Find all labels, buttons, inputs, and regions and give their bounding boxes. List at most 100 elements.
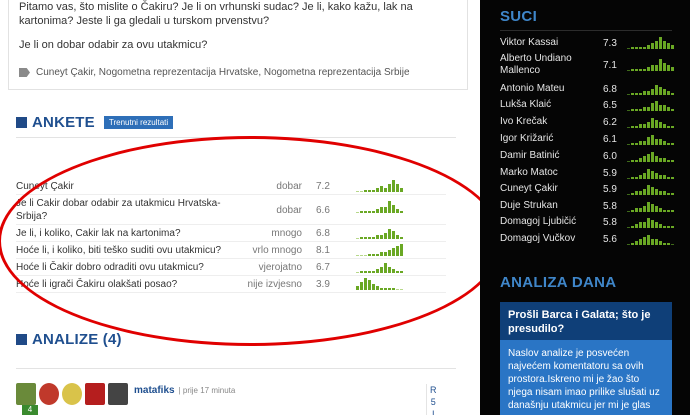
- referee-row[interactable]: Igor Križarić 6.1: [500, 133, 675, 145]
- referee-row[interactable]: Cuneyt Çakir 5.9: [500, 183, 675, 195]
- article-text-line2: kartonima? Jeste li ga gledali u turskom…: [19, 15, 270, 27]
- ankete-title: ANKETE: [32, 114, 95, 131]
- referee-row[interactable]: Antonio Mateu 6.8: [500, 83, 675, 95]
- avatar[interactable]: [16, 383, 36, 405]
- referee-name[interactable]: Damir Batinić: [500, 150, 603, 162]
- referee-histogram: [627, 216, 675, 228]
- comment-item: matafiks | prije 17 minuta: [16, 383, 235, 405]
- histogram-bar: [631, 109, 634, 111]
- histogram-bar: [631, 47, 634, 49]
- histogram-bar: [635, 160, 638, 162]
- ankete-header: ANKETE Trenutni rezultati: [16, 114, 174, 131]
- club-logo-icon: [39, 383, 59, 405]
- histogram-bar: [667, 210, 670, 212]
- referee-name[interactable]: Viktor Kassai: [500, 37, 603, 49]
- referee-row[interactable]: Marko Matoc 5.9: [500, 167, 675, 179]
- histogram-bar: [655, 120, 658, 128]
- histogram-bar: [627, 194, 630, 195]
- histogram-bar: [667, 160, 670, 162]
- referee-row[interactable]: Damir Batinić 6.0: [500, 150, 675, 162]
- histogram-bar: [647, 235, 650, 245]
- sidebar-divider: [500, 30, 672, 31]
- referee-name[interactable]: Duje Strukan: [500, 200, 603, 212]
- referee-row[interactable]: Domagoj Vučkov 5.6: [500, 233, 675, 245]
- user-avatar[interactable]: [108, 383, 128, 405]
- referee-row[interactable]: Viktor Kassai 7.3: [500, 37, 675, 49]
- histogram-bar: [659, 224, 662, 228]
- histogram-bar: [667, 91, 670, 95]
- analiza-headline[interactable]: Prošli Barca i Galata; što je presudilo?: [500, 302, 672, 340]
- histogram-bar: [639, 93, 642, 95]
- histogram-bar: [671, 143, 674, 145]
- histogram-bar: [647, 122, 650, 128]
- analiza-dana-box[interactable]: Prošli Barca i Galata; što je presudilo?…: [500, 302, 672, 415]
- histogram-bar: [671, 193, 674, 195]
- histogram-bar: [651, 152, 654, 162]
- histogram-bar: [643, 237, 646, 245]
- analize-title[interactable]: ANALIZE (4): [32, 331, 122, 348]
- histogram-bar: [635, 191, 638, 195]
- histogram-bar: [647, 137, 650, 145]
- rating-box[interactable]: R 5 I: [426, 384, 437, 415]
- referee-name[interactable]: Ivo Krečak: [500, 116, 603, 128]
- referee-name[interactable]: Marko Matoc: [500, 167, 603, 179]
- divider: [16, 368, 456, 369]
- histogram-bar: [659, 139, 662, 145]
- referee-row[interactable]: Ivo Krečak 6.2: [500, 116, 675, 128]
- histogram-bar: [651, 43, 654, 49]
- histogram-bar: [627, 178, 630, 179]
- referee-name[interactable]: Lukša Klaić: [500, 99, 603, 111]
- article-text-line1: Pitamo vas, što mislite o Čakiru? Je li …: [19, 1, 413, 13]
- referee-score: 5.6: [603, 233, 617, 245]
- referee-score: 6.8: [603, 83, 617, 95]
- comment-username[interactable]: matafiks: [134, 385, 175, 396]
- histogram-bar: [647, 218, 650, 228]
- histogram-bar: [627, 144, 630, 145]
- referee-histogram: [627, 167, 675, 179]
- histogram-bar: [643, 107, 646, 111]
- tags-text[interactable]: Cuneyt Çakir, Nogometna reprezentacija H…: [36, 67, 410, 78]
- histogram-bar: [667, 65, 670, 71]
- histogram-bar: [635, 224, 638, 228]
- referee-name[interactable]: Domagoj Vučkov: [500, 233, 603, 245]
- referee-name[interactable]: Antonio Mateu: [500, 83, 603, 95]
- referee-name[interactable]: Cuneyt Çakir: [500, 183, 603, 195]
- referee-score: 5.9: [603, 183, 617, 195]
- histogram-bar: [659, 158, 662, 162]
- tag-icon: [19, 68, 30, 77]
- histogram-bar: [647, 67, 650, 71]
- referee-name[interactable]: Igor Križarić: [500, 133, 603, 145]
- section-square-icon: [16, 117, 27, 128]
- histogram-bar: [663, 158, 666, 162]
- referee-row[interactable]: Lukša Klaić 6.5: [500, 99, 675, 111]
- referee-histogram: [627, 200, 675, 212]
- histogram-bar: [671, 244, 674, 245]
- histogram-bar: [647, 169, 650, 179]
- referee-row[interactable]: Alberto Undiano Mallenco 7.1: [500, 53, 675, 77]
- histogram-bar: [639, 109, 642, 111]
- comment-count-badge: 4: [22, 405, 38, 415]
- referee-histogram: [627, 183, 675, 195]
- histogram-bar: [659, 241, 662, 245]
- histogram-bar: [635, 241, 638, 245]
- histogram-bar: [667, 243, 670, 245]
- referee-score: 6.0: [603, 150, 617, 162]
- analiza-body: Naslov analize je posvećen najvećem kome…: [508, 348, 660, 411]
- referee-histogram: [627, 99, 675, 111]
- histogram-bar: [655, 222, 658, 228]
- referee-histogram: [627, 37, 675, 49]
- referee-name[interactable]: Alberto Undiano Mallenco: [500, 53, 603, 77]
- results-button[interactable]: Trenutni rezultati: [103, 116, 174, 129]
- referee-row[interactable]: Domagoj Ljubičić 5.8: [500, 216, 675, 228]
- referee-row[interactable]: Duje Strukan 5.8: [500, 200, 675, 212]
- histogram-bar: [639, 47, 642, 49]
- histogram-bar: [631, 177, 634, 179]
- histogram-bar: [671, 177, 674, 179]
- rating-label: R: [430, 385, 437, 395]
- club-logo-icon: [62, 383, 82, 405]
- histogram-bar: [655, 101, 658, 111]
- referee-histogram: [627, 116, 675, 128]
- referee-name[interactable]: Domagoj Ljubičić: [500, 216, 603, 228]
- histogram-bar: [659, 87, 662, 95]
- comment-time: | prije 17 minuta: [178, 386, 236, 395]
